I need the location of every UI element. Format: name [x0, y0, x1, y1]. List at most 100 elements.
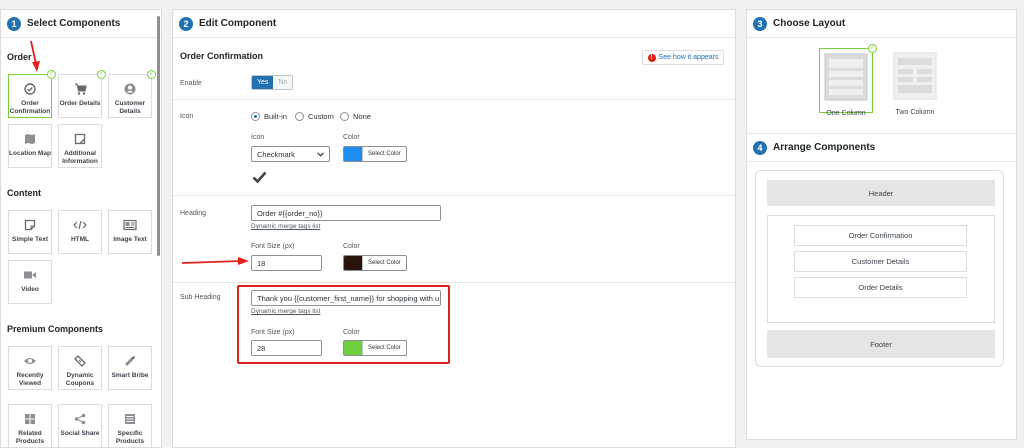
edit-component-header: 2 Edit Component	[173, 10, 735, 38]
arrange-item-order-details[interactable]: Order Details	[794, 277, 967, 298]
see-how-label: See how it appears	[658, 54, 719, 61]
component-dynamic-coupons[interactable]: Dynamic Coupons	[58, 346, 102, 390]
radio-button[interactable]	[340, 112, 349, 121]
icon-color-label: Color	[343, 134, 360, 141]
step-number-3: 3	[753, 16, 767, 31]
dynamic-merge-tags-link[interactable]: Dynamic merge tags list	[251, 223, 320, 230]
tile-label: Social Share	[60, 430, 100, 437]
tile-label: Image Text	[113, 236, 147, 243]
component-simple-text[interactable]: Simple Text	[8, 210, 52, 254]
arrange-components-header: 4 Arrange Components	[747, 134, 1016, 162]
radio-custom[interactable]: Custom	[295, 112, 334, 121]
radio-label: None	[353, 112, 371, 121]
heading-color-picker[interactable]: Select Color	[343, 255, 407, 271]
tile-label: Simple Text	[11, 236, 48, 243]
component-recently-viewed[interactable]: Recently Viewed	[8, 346, 52, 390]
component-smart-bribe[interactable]: Smart Bribe	[108, 346, 152, 390]
eye-icon	[23, 355, 37, 367]
tile-label: HTML	[70, 236, 90, 243]
enable-no-option[interactable]: No	[273, 76, 293, 89]
color-swatch	[344, 147, 362, 161]
component-subtitle: Order Confirmation	[180, 51, 264, 61]
section-label-premium: Premium Components	[7, 324, 104, 334]
layout-label: One Column	[826, 110, 866, 117]
select-color-label: Select Color	[362, 256, 406, 270]
component-location-map[interactable]: Location Map	[8, 124, 52, 168]
component-related-products[interactable]: Related Products	[8, 404, 52, 447]
tile-label: Order Details	[59, 100, 101, 107]
color-label: Color	[343, 243, 360, 250]
sub-heading-label: Sub Heading	[180, 294, 221, 301]
icon-select-value: Checkmark	[257, 149, 295, 159]
list-icon	[124, 413, 136, 425]
radio-label: Built-in	[264, 112, 287, 121]
chevron-down-icon	[317, 150, 324, 159]
tile-label: Dynamic Coupons	[65, 372, 95, 387]
alert-icon: !	[647, 53, 656, 62]
enable-label: Enable	[180, 80, 202, 87]
layout-two-column[interactable]: Two Column	[888, 48, 942, 116]
panel-title: Select Components	[27, 18, 121, 29]
arrange-header-block[interactable]: Header	[767, 180, 995, 206]
select-components-panel: 1 Select Components Order ✓ Order Confir…	[0, 9, 162, 448]
component-customer-details[interactable]: ✓ Customer Details	[108, 70, 156, 118]
radio-none[interactable]: None	[340, 112, 371, 121]
scrollbar[interactable]	[157, 16, 160, 256]
step-number-4: 4	[753, 140, 767, 155]
tile-label: Additional Information	[62, 150, 98, 165]
ticket-icon	[74, 355, 86, 367]
tile-label: Recently Viewed	[16, 372, 44, 387]
edit-component-panel: 2 Edit Component Order Confirmation ! Se…	[172, 9, 736, 448]
component-specific-products[interactable]: Specific Products	[108, 404, 152, 447]
radio-built-in[interactable]: Built-in	[251, 112, 287, 121]
panel-title: Arrange Components	[773, 142, 876, 153]
enable-toggle[interactable]: Yes No	[251, 75, 294, 90]
select-color-label: Select Color	[362, 147, 406, 161]
note-icon	[74, 133, 86, 145]
arrange-item-order-confirmation[interactable]: Order Confirmation	[794, 225, 967, 246]
image-icon	[123, 219, 137, 231]
component-image-text[interactable]: Image Text	[108, 210, 152, 254]
highlight-box	[237, 285, 450, 364]
step-number-1: 1	[7, 16, 21, 31]
megaphone-icon	[124, 355, 136, 367]
component-video[interactable]: Video	[8, 260, 52, 304]
radio-button[interactable]	[295, 112, 304, 121]
section-label-order: Order	[7, 52, 32, 62]
heading-input[interactable]: Order #{{order_no}}	[251, 205, 441, 221]
tile-label: Related Products	[15, 430, 45, 445]
tile-label: Order Confirmation	[9, 100, 51, 115]
icon-select[interactable]: Checkmark	[251, 146, 330, 162]
component-html[interactable]: HTML	[58, 210, 102, 254]
one-column-icon	[824, 53, 868, 106]
radio-button[interactable]	[251, 112, 260, 121]
icon-row-label: Icon	[180, 113, 194, 120]
check-icon: ✓	[868, 44, 877, 53]
see-how-it-appears-button[interactable]: ! See how it appears	[642, 50, 724, 65]
check-circle-icon	[24, 83, 36, 95]
heading-font-size-input[interactable]: 18	[251, 255, 322, 271]
user-icon	[124, 83, 136, 95]
component-social-share[interactable]: Social Share	[58, 404, 102, 447]
check-icon: ✓	[147, 70, 156, 79]
row-divider	[173, 195, 735, 196]
grid-icon	[24, 413, 36, 425]
icon-color-picker[interactable]: Select Color	[343, 146, 407, 162]
code-icon	[73, 219, 87, 231]
map-icon	[24, 133, 36, 145]
component-order-details[interactable]: ✓ Order Details	[58, 70, 106, 118]
component-additional-information[interactable]: Additional Information	[58, 124, 102, 168]
sticky-note-icon	[24, 219, 36, 231]
cart-icon	[74, 83, 87, 95]
choose-layout-header: 3 Choose Layout	[747, 10, 1016, 38]
component-order-confirmation[interactable]: ✓ Order Confirmation	[8, 70, 56, 118]
panel-title: Edit Component	[199, 18, 277, 29]
arrange-item-customer-details[interactable]: Customer Details	[794, 251, 967, 272]
layout-one-column[interactable]: ✓ One Column	[819, 44, 877, 117]
radio-label: Custom	[308, 112, 334, 121]
row-divider	[173, 282, 735, 283]
enable-yes-option[interactable]: Yes	[252, 76, 274, 89]
video-icon	[23, 269, 37, 281]
arrange-footer-block[interactable]: Footer	[767, 330, 995, 358]
row-divider	[173, 99, 735, 100]
